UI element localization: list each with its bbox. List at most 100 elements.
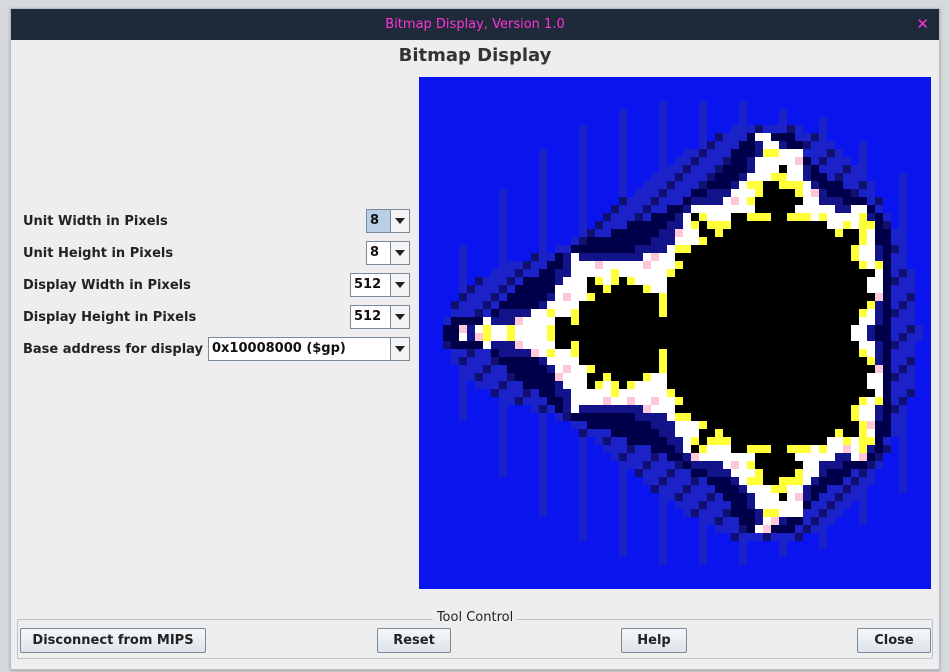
unit-width-select[interactable]: 8 [366, 209, 410, 233]
bitmap-pixel [579, 221, 587, 229]
bitmap-pixel [739, 517, 747, 525]
bitmap-pixel [739, 293, 747, 301]
reset-button[interactable]: Reset [377, 628, 451, 653]
bitmap-pixel [691, 349, 699, 357]
bitmap-pixel [851, 301, 859, 309]
bitmap-pixel [883, 333, 891, 341]
bitmap-pixel [723, 389, 731, 397]
bitmap-pixel [547, 333, 555, 341]
bitmap-pixel [627, 269, 635, 277]
disconnect-button[interactable]: Disconnect from MIPS [20, 628, 206, 653]
chevron-down-icon[interactable] [390, 274, 409, 296]
bitmap-pixel [595, 221, 603, 229]
bitmap-pixel [891, 277, 899, 285]
chevron-down-icon[interactable] [390, 338, 409, 360]
close-button[interactable]: Close [857, 628, 931, 653]
bitmap-pixel [787, 309, 795, 317]
bitmap-pixel [531, 397, 539, 405]
title-bar[interactable]: Bitmap Display, Version 1.0 ✕ [11, 9, 939, 40]
bitmap-pixel [699, 221, 707, 229]
bitmap-pixel [643, 349, 651, 357]
display-height-select[interactable]: 512 [350, 305, 410, 329]
bitmap-pixel [515, 365, 523, 373]
bitmap-pixel [787, 477, 795, 485]
display-width-select[interactable]: 512 [350, 273, 410, 297]
bitmap-pixel [827, 293, 835, 301]
bitmap-pixel [827, 141, 835, 149]
bitmap-pixel [507, 301, 515, 309]
bitmap-pixel [795, 453, 803, 461]
bitmap-pixel [843, 469, 851, 477]
bitmap-pixel [643, 413, 651, 421]
bitmap-pixel [675, 325, 683, 333]
bitmap-pixel [659, 373, 667, 381]
bitmap-pixel [467, 373, 475, 381]
bitmap-pixel [899, 197, 907, 205]
bitmap-pixel [635, 253, 643, 261]
bitmap-pixel [515, 309, 523, 317]
bitmap-pixel [683, 349, 691, 357]
bitmap-pixel [771, 221, 779, 229]
bitmap-pixel [763, 181, 771, 189]
bitmap-pixel [811, 269, 819, 277]
bitmap-pixel [691, 373, 699, 381]
bitmap-pixel [835, 477, 843, 485]
bitmap-pixel [603, 293, 611, 301]
bitmap-pixel [835, 245, 843, 253]
bitmap-pixel [883, 421, 891, 429]
bitmap-pixel [675, 453, 683, 461]
bitmap-pixel [595, 365, 603, 373]
bitmap-pixel [819, 157, 827, 165]
bitmap-pixel [859, 509, 867, 517]
bitmap-pixel [771, 245, 779, 253]
bitmap-pixel [715, 365, 723, 373]
bitmap-pixel [491, 333, 499, 341]
chevron-down-icon[interactable] [390, 242, 409, 264]
bitmap-pixel [699, 301, 707, 309]
bitmap-pixel [603, 341, 611, 349]
bitmap-pixel [739, 421, 747, 429]
bitmap-pixel [795, 509, 803, 517]
bitmap-pixel [499, 389, 507, 397]
bitmap-pixel [651, 341, 659, 349]
bitmap-pixel [835, 205, 843, 213]
help-button[interactable]: Help [621, 628, 687, 653]
bitmap-pixel [523, 389, 531, 397]
chevron-down-icon[interactable] [390, 210, 409, 232]
base-address-select[interactable]: 0x10008000 ($gp) [208, 337, 410, 361]
bitmap-pixel [635, 269, 643, 277]
bitmap-pixel [843, 221, 851, 229]
bitmap-pixel [779, 437, 787, 445]
bitmap-pixel [827, 301, 835, 309]
bitmap-pixel [579, 365, 587, 373]
bitmap-pixel [723, 309, 731, 317]
bitmap-pixel [811, 413, 819, 421]
bitmap-pixel [755, 173, 763, 181]
bitmap-pixel [779, 389, 787, 397]
bitmap-pixel [779, 229, 787, 237]
close-icon[interactable]: ✕ [916, 15, 929, 33]
bitmap-pixel [595, 405, 603, 413]
bitmap-pixel [539, 165, 547, 173]
bitmap-pixel [699, 429, 707, 437]
bitmap-pixel [891, 245, 899, 253]
bitmap-pixel [723, 301, 731, 309]
bitmap-pixel [571, 325, 579, 333]
bitmap-pixel [659, 421, 667, 429]
bitmap-pixel [611, 333, 619, 341]
chevron-down-icon[interactable] [390, 306, 409, 328]
unit-height-select[interactable]: 8 [366, 241, 410, 265]
bitmap-pixel [795, 485, 803, 493]
bitmap-pixel [707, 389, 715, 397]
bitmap-pixel [579, 485, 587, 493]
bitmap-pixel [867, 349, 875, 357]
bitmap-pixel [563, 397, 571, 405]
bitmap-pixel [763, 165, 771, 173]
bitmap-pixel [587, 237, 595, 245]
bitmap-pixel [643, 213, 651, 221]
unit-width-label: Unit Width in Pixels [23, 213, 168, 229]
bitmap-pixel [851, 397, 859, 405]
bitmap-pixel [659, 333, 667, 341]
bitmap-pixel [899, 173, 907, 181]
bitmap-pixel [659, 549, 667, 557]
